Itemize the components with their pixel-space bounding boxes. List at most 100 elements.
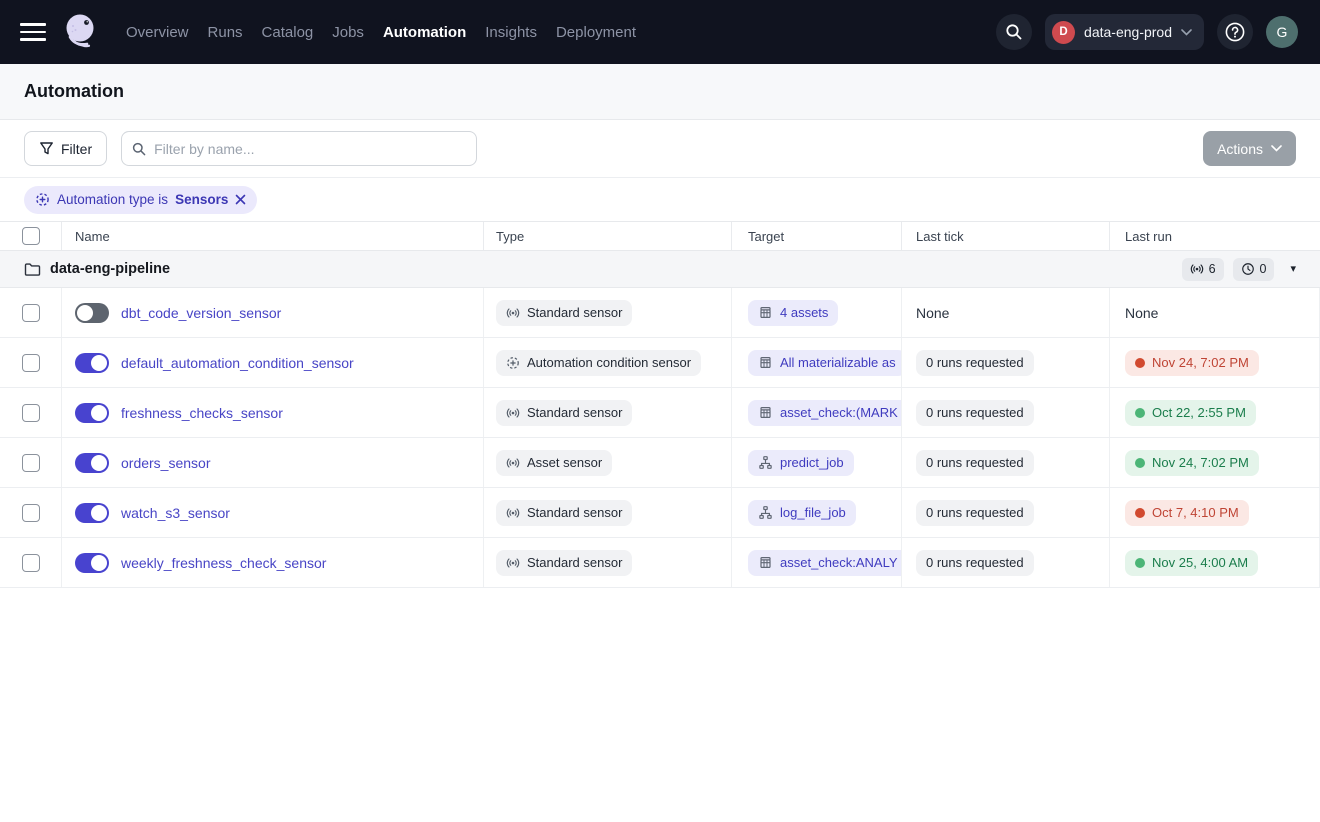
table-row: default_automation_condition_sensor Auto… xyxy=(0,338,1320,388)
target-link[interactable]: asset_check:ANALY xyxy=(748,550,902,576)
last-tick-badge: 0 runs requested xyxy=(916,550,1034,576)
sensor-type-badge: Standard sensor xyxy=(496,300,632,326)
sensor-toggle[interactable] xyxy=(75,403,109,423)
deployment-switcher[interactable]: D data-eng-prod xyxy=(1045,14,1204,50)
search-icon xyxy=(1005,23,1023,41)
sensor-toggle[interactable] xyxy=(75,303,109,323)
deployment-badge: D xyxy=(1052,21,1075,44)
automation-condition-icon xyxy=(506,356,520,370)
target-link[interactable]: All materializable as xyxy=(748,350,902,376)
nav-item-insights[interactable]: Insights xyxy=(485,24,537,41)
chevron-down-icon xyxy=(1271,145,1282,152)
row-checkbox[interactable] xyxy=(22,404,40,422)
row-checkbox[interactable] xyxy=(22,304,40,322)
help-button[interactable] xyxy=(1217,14,1253,50)
asset-icon xyxy=(758,305,773,320)
target-link[interactable]: predict_job xyxy=(748,450,854,476)
table-row: weekly_freshness_check_sensor Standard s… xyxy=(0,538,1320,588)
clock-icon xyxy=(1241,262,1255,276)
actions-button[interactable]: Actions xyxy=(1203,131,1296,166)
table-row: orders_sensor Asset sensor predict_job 0… xyxy=(0,438,1320,488)
page-titlebar: Automation xyxy=(0,64,1320,120)
nav-item-overview[interactable]: Overview xyxy=(126,24,189,41)
last-run-link[interactable]: Nov 24, 7:02 PM xyxy=(1125,350,1259,376)
filter-chip-automation-type[interactable]: Automation type is Sensors xyxy=(24,186,257,214)
nav-item-jobs[interactable]: Jobs xyxy=(332,24,364,41)
sensor-icon xyxy=(35,192,50,207)
nav-item-automation[interactable]: Automation xyxy=(383,24,466,41)
sensor-broadcast-icon xyxy=(506,456,520,470)
filter-button[interactable]: Filter xyxy=(24,131,107,166)
last-run-link[interactable]: Oct 22, 2:55 PM xyxy=(1125,400,1256,426)
column-header-target: Target xyxy=(732,222,902,250)
sensor-type-badge: Asset sensor xyxy=(496,450,612,476)
job-graph-icon xyxy=(758,455,773,470)
row-checkbox[interactable] xyxy=(22,554,40,572)
hamburger-menu-icon[interactable] xyxy=(20,23,46,41)
select-all-checkbox[interactable] xyxy=(22,227,40,245)
status-dot xyxy=(1135,508,1145,518)
target-link[interactable]: log_file_job xyxy=(748,500,856,526)
table-header: Name Type Target Last tick Last run xyxy=(0,221,1320,251)
last-tick-badge: 0 runs requested xyxy=(916,350,1034,376)
user-avatar[interactable]: G xyxy=(1266,16,1298,48)
sensor-count-badge: 6 xyxy=(1182,258,1224,281)
remove-filter-icon[interactable] xyxy=(235,194,246,205)
sensor-toggle[interactable] xyxy=(75,553,109,573)
last-run-value: None xyxy=(1125,305,1158,321)
row-checkbox[interactable] xyxy=(22,354,40,372)
repo-group-name: data-eng-pipeline xyxy=(50,261,170,277)
sensor-broadcast-icon xyxy=(506,506,520,520)
column-header-last-run: Last run xyxy=(1110,222,1320,250)
sensor-name-link[interactable]: dbt_code_version_sensor xyxy=(121,305,281,321)
sensor-name-link[interactable]: watch_s3_sensor xyxy=(121,505,230,521)
row-checkbox[interactable] xyxy=(22,504,40,522)
last-run-link[interactable]: Nov 24, 7:02 PM xyxy=(1125,450,1259,476)
chevron-down-icon xyxy=(1181,29,1192,36)
page-title: Automation xyxy=(24,81,124,102)
actions-button-label: Actions xyxy=(1217,141,1263,157)
sensor-type-badge: Automation condition sensor xyxy=(496,350,701,376)
active-filters-row: Automation type is Sensors xyxy=(0,178,1320,221)
last-run-link[interactable]: Oct 7, 4:10 PM xyxy=(1125,500,1249,526)
funnel-icon xyxy=(39,141,54,156)
nav-item-runs[interactable]: Runs xyxy=(208,24,243,41)
sensor-type-badge: Standard sensor xyxy=(496,500,632,526)
column-header-type: Type xyxy=(484,222,732,250)
column-header-last-tick: Last tick xyxy=(902,222,1110,250)
repo-group-row[interactable]: data-eng-pipeline 6 0 ▾ xyxy=(0,251,1320,288)
sensor-name-link[interactable]: orders_sensor xyxy=(121,455,211,471)
last-tick-badge: 0 runs requested xyxy=(916,500,1034,526)
search-button[interactable] xyxy=(996,14,1032,50)
job-graph-icon xyxy=(758,505,773,520)
column-header-name: Name xyxy=(62,222,484,250)
last-tick-badge: 0 runs requested xyxy=(916,400,1034,426)
nav-right-controls: D data-eng-prod G xyxy=(996,14,1298,50)
sensor-name-link[interactable]: weekly_freshness_check_sensor xyxy=(121,555,326,571)
filter-chip-prefix: Automation type is xyxy=(57,192,168,207)
target-link[interactable]: asset_check:(MARK xyxy=(748,400,902,426)
sensor-toggle[interactable] xyxy=(75,353,109,373)
top-nav: Overview Runs Catalog Jobs Automation In… xyxy=(0,0,1320,64)
nav-item-deployment[interactable]: Deployment xyxy=(556,24,636,41)
status-dot xyxy=(1135,558,1145,568)
table-row: dbt_code_version_sensor Standard sensor … xyxy=(0,288,1320,338)
dagster-logo-icon[interactable] xyxy=(60,10,104,54)
search-box xyxy=(121,131,477,166)
sensor-toggle[interactable] xyxy=(75,453,109,473)
deployment-name: data-eng-prod xyxy=(1084,24,1172,40)
search-icon xyxy=(132,142,146,156)
last-tick-value: None xyxy=(916,305,949,321)
sensor-type-badge: Standard sensor xyxy=(496,400,632,426)
sensor-name-link[interactable]: freshness_checks_sensor xyxy=(121,405,283,421)
sensor-name-link[interactable]: default_automation_condition_sensor xyxy=(121,355,354,371)
search-input[interactable] xyxy=(154,141,466,157)
last-run-link[interactable]: Nov 25, 4:00 AM xyxy=(1125,550,1258,576)
row-checkbox[interactable] xyxy=(22,454,40,472)
group-collapse-caret[interactable]: ▾ xyxy=(1290,264,1296,275)
last-tick-badge: 0 runs requested xyxy=(916,450,1034,476)
target-link[interactable]: 4 assets xyxy=(748,300,838,326)
asset-icon xyxy=(758,405,773,420)
sensor-toggle[interactable] xyxy=(75,503,109,523)
nav-item-catalog[interactable]: Catalog xyxy=(262,24,314,41)
